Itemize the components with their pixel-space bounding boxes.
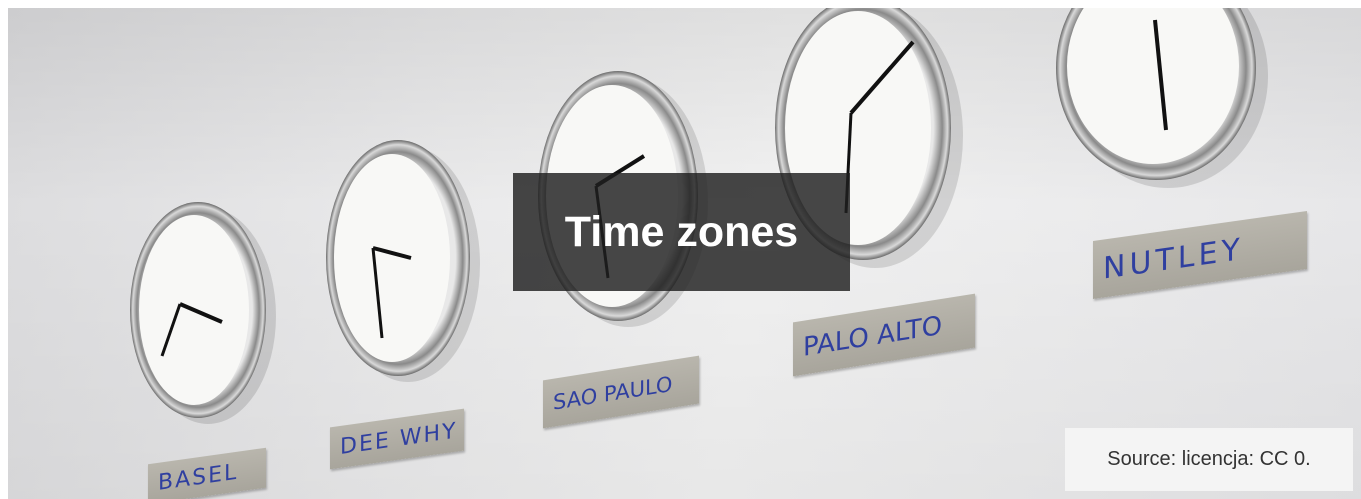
- city-label: NUTLEY: [1103, 231, 1244, 287]
- clock-nutley: [1056, 8, 1268, 188]
- city-label: BASEL: [158, 459, 239, 496]
- source-text: Source: licencja: CC 0.: [1107, 448, 1311, 470]
- clock-dee-why: [326, 140, 480, 382]
- city-label: PALO ALTO: [803, 310, 943, 363]
- hero-title: Time zones: [564, 207, 799, 256]
- city-label: SAO PAULO: [553, 371, 673, 415]
- city-label: DEE WHY: [340, 418, 458, 460]
- image-source-caption: Source: licencja: CC 0.: [1065, 428, 1353, 491]
- hero-title-overlay: Time zones: [513, 173, 850, 291]
- clock-basel: [130, 202, 276, 424]
